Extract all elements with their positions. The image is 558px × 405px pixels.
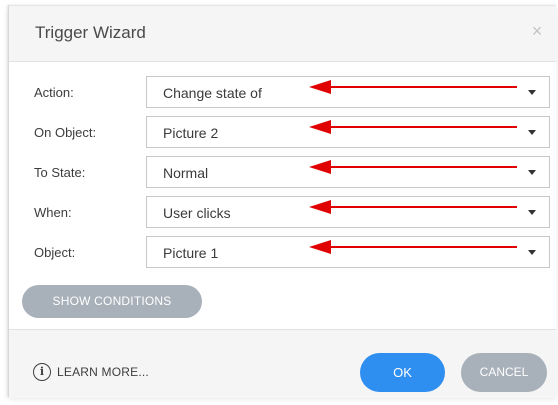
- chevron-down-icon: [528, 170, 536, 175]
- field-row-action: Action: Change state of: [9, 76, 556, 110]
- on-object-select-value: Picture 2: [163, 125, 219, 141]
- cancel-button[interactable]: CANCEL: [461, 353, 547, 392]
- info-icon[interactable]: i: [33, 363, 51, 381]
- field-row-object: Object: Picture 1: [9, 236, 556, 270]
- trigger-wizard-dialog: Trigger Wizard × Action: Change state of…: [8, 5, 556, 398]
- action-select-value: Change state of: [163, 85, 262, 101]
- learn-more-link[interactable]: LEARN MORE...: [57, 365, 149, 379]
- when-label: When:: [34, 205, 72, 220]
- page: Trigger Wizard × Action: Change state of…: [0, 0, 558, 405]
- chevron-down-icon: [528, 90, 536, 95]
- field-row-when: When: User clicks: [9, 196, 556, 230]
- show-conditions-button[interactable]: SHOW CONDITIONS: [22, 285, 202, 318]
- close-icon[interactable]: ×: [528, 22, 546, 40]
- chevron-down-icon: [528, 210, 536, 215]
- to-state-select-value: Normal: [163, 165, 209, 181]
- on-object-label: On Object:: [34, 125, 97, 140]
- object-select-value: Picture 1: [163, 245, 219, 261]
- to-state-select[interactable]: Normal: [146, 156, 550, 188]
- chevron-down-icon: [528, 130, 536, 135]
- object-label: Object:: [34, 245, 76, 260]
- dialog-header: Trigger Wizard ×: [9, 6, 556, 62]
- field-row-to-state: To State: Normal: [9, 156, 556, 190]
- ok-button[interactable]: OK: [360, 353, 445, 392]
- to-state-label: To State:: [34, 165, 86, 180]
- when-select[interactable]: User clicks: [146, 196, 550, 228]
- chevron-down-icon: [528, 250, 536, 255]
- dialog-title: Trigger Wizard: [35, 23, 146, 42]
- object-select[interactable]: Picture 1: [146, 236, 550, 268]
- field-row-on-object: On Object: Picture 2: [9, 116, 556, 150]
- action-select[interactable]: Change state of: [146, 76, 550, 108]
- on-object-select[interactable]: Picture 2: [146, 116, 550, 148]
- action-label: Action:: [34, 85, 74, 100]
- when-select-value: User clicks: [163, 205, 231, 221]
- dialog-footer: i LEARN MORE... OK CANCEL: [9, 330, 556, 398]
